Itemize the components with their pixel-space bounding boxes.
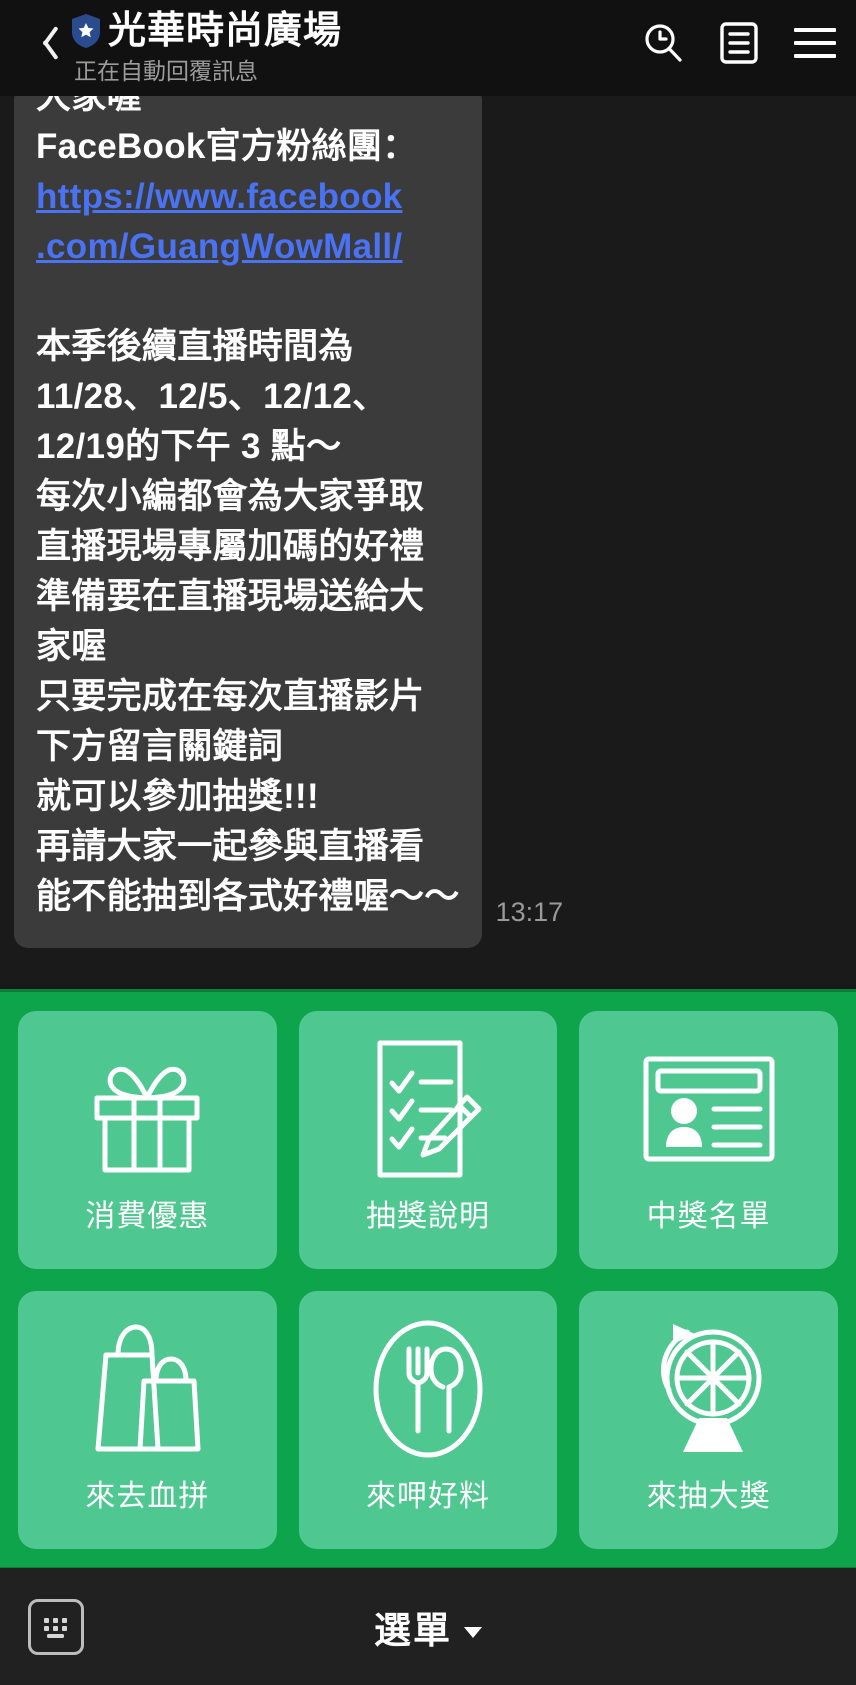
rich-menu-item-prize-draw[interactable]: 來抽大獎 bbox=[579, 1290, 839, 1549]
back-button[interactable] bbox=[14, 6, 72, 78]
chat-status-subtitle: 正在自動回覆訊息 bbox=[74, 58, 258, 84]
message-row: 大家喔 FaceBook官方粉絲團： https://www.facebook … bbox=[14, 96, 842, 948]
facebook-url-link-part1[interactable]: https://www.facebook bbox=[36, 177, 402, 216]
message-line: 就可以參加抽獎!!! bbox=[36, 777, 319, 816]
fork-spoon-plate-icon bbox=[363, 1314, 493, 1464]
rich-menu-label: 來呷好料 bbox=[366, 1479, 490, 1513]
search-history-icon[interactable] bbox=[640, 20, 686, 66]
rich-menu-item-discount[interactable]: 消費優惠 bbox=[18, 1010, 277, 1269]
message-line: 能不能抽到各式好禮喔～～ bbox=[36, 877, 460, 916]
back-chevron-icon bbox=[32, 23, 54, 61]
chat-message-area[interactable]: 大家喔 FaceBook官方粉絲團： https://www.facebook … bbox=[0, 96, 856, 989]
rich-menu: 消費優惠 抽獎說明 中獎名單 來去血拼 來呷好料 來抽大獎 bbox=[0, 989, 856, 1567]
message-line: 再請大家一起參與直播看 bbox=[36, 827, 425, 866]
rich-menu-item-shopping[interactable]: 來去血拼 bbox=[18, 1290, 277, 1549]
gift-box-icon bbox=[81, 1034, 213, 1184]
hamburger-menu-icon[interactable] bbox=[792, 20, 838, 66]
note-icon[interactable] bbox=[716, 20, 762, 66]
rich-menu-item-winners-list[interactable]: 中獎名單 bbox=[579, 1010, 839, 1269]
chat-title-row: 光華時尚廣場 bbox=[72, 8, 640, 54]
message-line: 準備要在直播現場送給大 bbox=[36, 577, 425, 616]
rich-menu-label: 中獎名單 bbox=[646, 1199, 771, 1233]
message-line: 11/28、12/5、12/12、 bbox=[36, 377, 388, 416]
rich-menu-row-2: 來去血拼 來呷好料 來抽大獎 bbox=[18, 1290, 839, 1549]
facebook-url-link-part2[interactable]: .com/GuangWowMall/ bbox=[36, 227, 402, 266]
message-timestamp: 13:17 bbox=[495, 897, 564, 927]
verified-shield-star-icon bbox=[72, 14, 100, 48]
menu-toggle-label: 選單 bbox=[374, 1609, 452, 1651]
message-line: 大家喔 bbox=[36, 96, 142, 116]
prize-wheel-icon bbox=[639, 1314, 779, 1464]
shopping-bags-icon bbox=[82, 1314, 212, 1464]
rich-menu-label: 來抽大獎 bbox=[646, 1479, 771, 1513]
message-line: 每次小編都會為大家爭取 bbox=[36, 477, 425, 516]
rich-menu-item-food[interactable]: 來呷好料 bbox=[298, 1290, 558, 1549]
rich-menu-row-1: 消費優惠 抽獎說明 中獎名單 bbox=[18, 1010, 839, 1269]
rich-menu-item-lottery-rules[interactable]: 抽獎說明 bbox=[298, 1010, 558, 1269]
incoming-message-bubble[interactable]: 大家喔 FaceBook官方粉絲團： https://www.facebook … bbox=[14, 96, 482, 948]
line-chat-screen: 光華時尚廣場 正在自動回覆訊息 大家喔 FaceBook官方粉絲團： https… bbox=[0, 0, 856, 1685]
id-card-icon bbox=[640, 1034, 778, 1184]
rich-menu-label: 來去血拼 bbox=[85, 1479, 210, 1513]
bottom-toolbar: 選單 bbox=[0, 1567, 856, 1685]
menu-toggle[interactable]: 選單 bbox=[0, 1600, 856, 1654]
message-line: 本季後續直播時間為 bbox=[36, 327, 354, 366]
message-line: 直播現場專屬加碼的好禮 bbox=[36, 527, 425, 566]
chat-header: 光華時尚廣場 正在自動回覆訊息 bbox=[0, 0, 856, 96]
message-link[interactable]: https://www.facebook bbox=[36, 172, 460, 222]
rich-menu-label: 消費優惠 bbox=[85, 1199, 210, 1233]
header-actions bbox=[640, 6, 842, 66]
message-line: 家喔 bbox=[36, 627, 107, 666]
message-line: 只要完成在每次直播影片 bbox=[36, 677, 425, 716]
message-line: 下方留言關鍵詞 bbox=[36, 727, 284, 766]
message-link[interactable]: .com/GuangWowMall/ bbox=[36, 222, 460, 272]
message-line: 12/19的下午 3 點～ bbox=[36, 427, 342, 466]
checklist-pencil-icon bbox=[367, 1034, 489, 1184]
chat-title-block: 光華時尚廣場 正在自動回覆訊息 bbox=[72, 6, 640, 86]
page-title: 光華時尚廣場 bbox=[108, 10, 343, 52]
rich-menu-label: 抽獎說明 bbox=[366, 1199, 490, 1233]
message-line: FaceBook官方粉絲團： bbox=[36, 127, 418, 166]
keyboard-icon[interactable] bbox=[28, 1598, 84, 1655]
caret-down-icon bbox=[464, 1627, 482, 1638]
